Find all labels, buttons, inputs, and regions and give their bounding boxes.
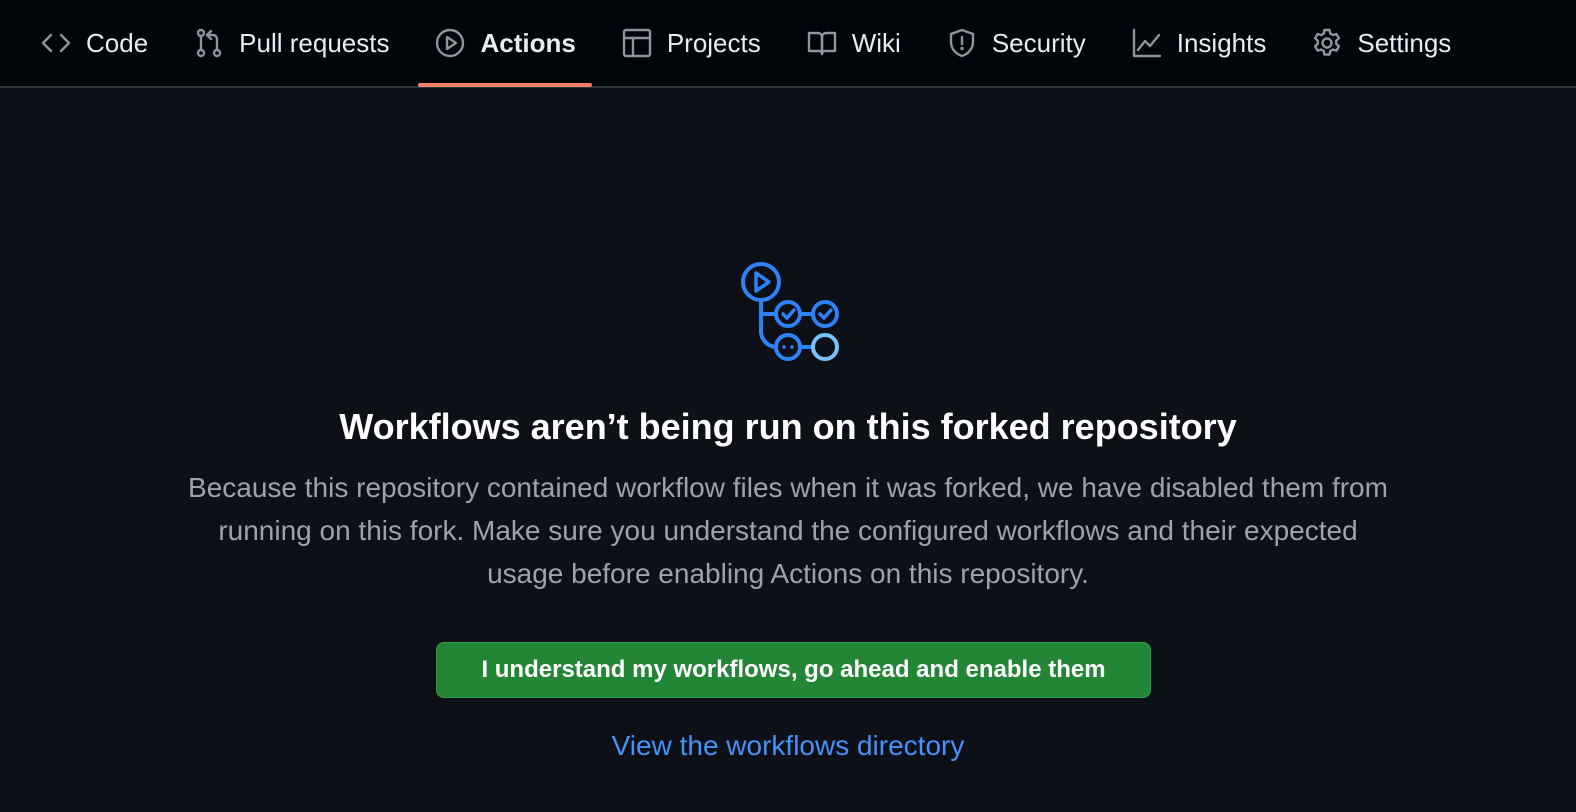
shield-icon [946,27,978,59]
repo-tabs: Code Pull requests Actions Projects Wiki… [24,0,1480,87]
actions-disabled-panel: Workflows aren’t being run on this forke… [0,88,1576,812]
tab-projects[interactable]: Projects [605,0,777,86]
tab-label: Wiki [851,27,901,58]
description-text: Because this repository contained workfl… [188,472,1388,589]
table-icon [621,27,653,59]
tab-security[interactable]: Security [930,0,1102,86]
tab-label: Settings [1357,27,1452,58]
play-circle-icon [434,27,466,59]
repo-nav-bar: Code Pull requests Actions Projects Wiki… [0,0,1576,88]
git-pull-request-icon [193,27,225,59]
tab-wiki[interactable]: Wiki [790,0,917,86]
page-title: Workflows aren’t being run on this forke… [339,406,1237,447]
tab-insights[interactable]: Insights [1115,0,1283,86]
tab-code[interactable]: Code [24,0,164,86]
book-icon [806,27,838,59]
workflow-icon [741,262,839,361]
tab-label: Projects [666,27,761,58]
tab-label: Pull requests [239,27,390,58]
graph-icon [1131,27,1163,59]
enable-workflows-button[interactable]: I understand my workflows, go ahead and … [436,642,1151,698]
tab-label: Actions [480,27,576,58]
tab-label: Code [86,27,149,58]
tab-label: Insights [1176,27,1267,58]
workflows-directory-link[interactable]: View the workflows directory [0,730,1576,762]
code-icon [40,27,72,59]
tab-settings[interactable]: Settings [1295,0,1467,86]
gear-icon [1311,27,1343,59]
tab-actions[interactable]: Actions [418,0,593,87]
tab-pull-requests[interactable]: Pull requests [177,0,405,86]
tab-label: Security [991,27,1086,58]
